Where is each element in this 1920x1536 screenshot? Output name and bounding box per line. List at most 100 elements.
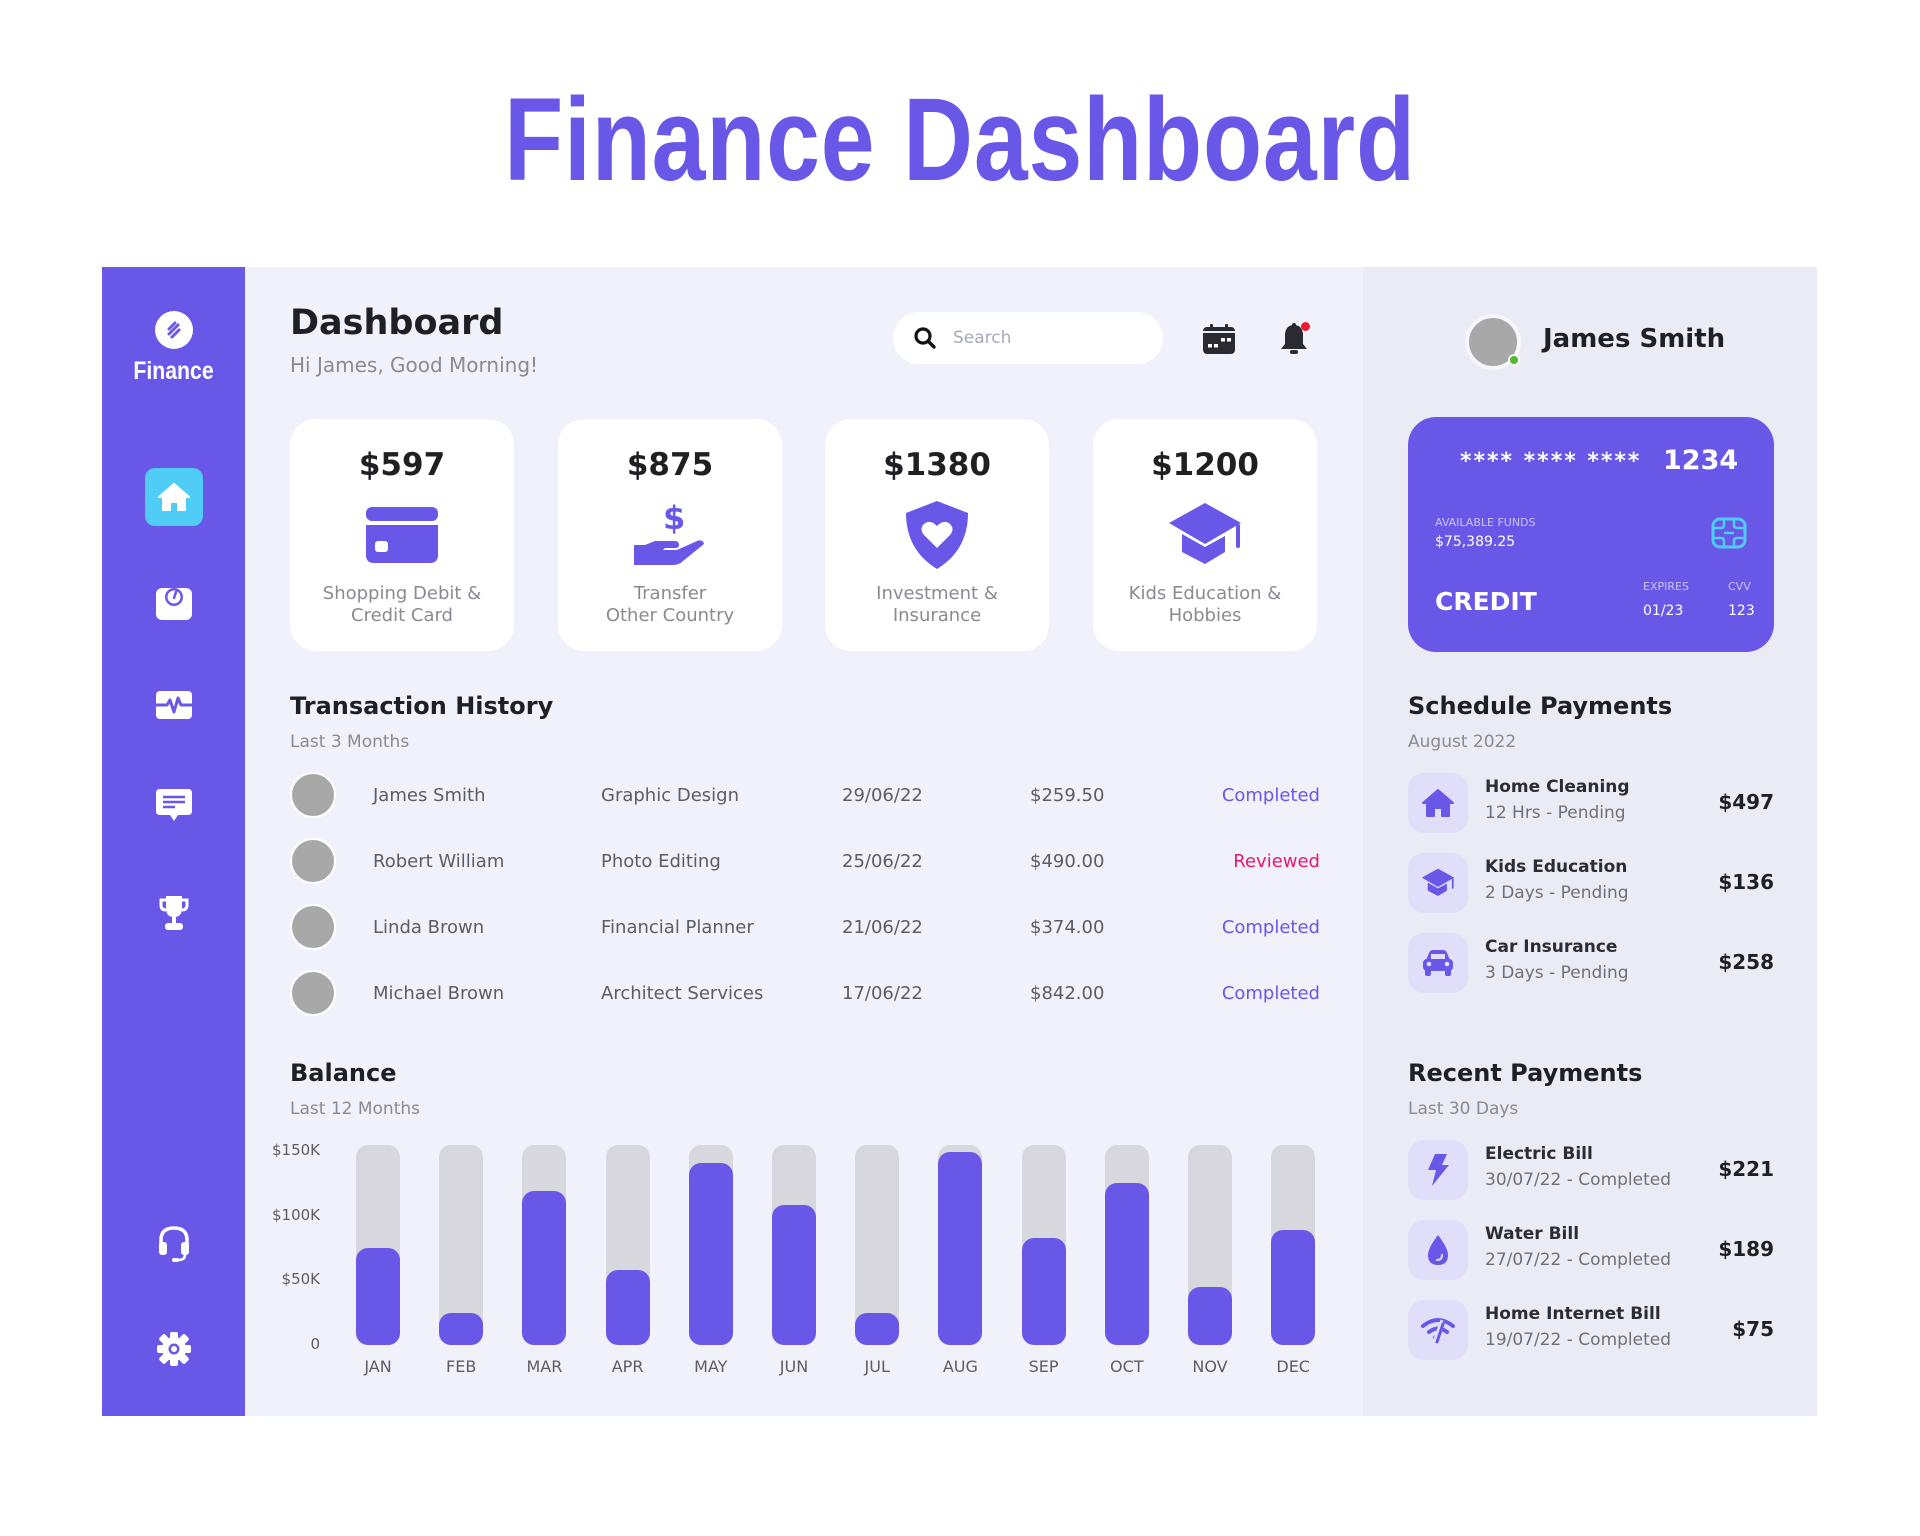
schedule-item-amount: $136 — [1718, 870, 1774, 894]
water-drop-icon — [1428, 1235, 1448, 1265]
sidebar-item-budget[interactable] — [145, 574, 203, 632]
schedule-item-title: Car Insurance — [1485, 937, 1618, 957]
sidebar-item-messages[interactable] — [145, 777, 203, 835]
bar-apr[interactable] — [605, 1269, 650, 1345]
stat-card-investment[interactable]: $1380 Investment & Insurance — [825, 419, 1049, 651]
bar-aug[interactable] — [938, 1152, 983, 1345]
schedule-subtitle: August 2022 — [1408, 732, 1517, 752]
credit-card-icon — [366, 507, 438, 563]
credit-card[interactable]: **** **** **** 1234 AVAILABLE FUNDS $75,… — [1408, 417, 1774, 652]
bar-dec[interactable] — [1271, 1229, 1316, 1345]
lightning-icon — [1428, 1154, 1449, 1186]
cvv-label: CVV — [1728, 580, 1751, 593]
wifi-off-icon — [1421, 1318, 1455, 1344]
calendar-button[interactable] — [1199, 319, 1239, 359]
transaction-name: Michael Brown — [373, 982, 505, 1004]
bar-oct[interactable] — [1104, 1183, 1149, 1345]
stat-amount: $875 — [626, 447, 714, 483]
status-badge: Completed — [1221, 916, 1320, 938]
transaction-date: 21/06/22 — [842, 916, 923, 938]
transaction-name: Linda Brown — [373, 916, 485, 938]
x-tick-label: OCT — [1110, 1357, 1144, 1376]
status-badge: Reviewed — [1233, 850, 1320, 872]
balance-subtitle: Last 12 Months — [290, 1099, 420, 1119]
graduation-cap-icon — [1421, 868, 1455, 896]
recent-item-amount: $189 — [1718, 1237, 1774, 1261]
table-row[interactable]: Linda Brown Financial Planner 21/06/22 $374… — [290, 902, 1320, 952]
stat-label: Transfer Other Country — [605, 583, 735, 626]
stat-card-transfer[interactable]: $875 $ Transfer Other Country — [558, 419, 782, 651]
x-tick-label: APR — [611, 1357, 644, 1376]
available-funds-value: $75,389.25 — [1435, 534, 1516, 550]
schedule-item-status: 12 Hrs - Pending — [1485, 803, 1626, 823]
transaction-date: 17/06/22 — [842, 982, 923, 1004]
x-tick-label: NOV — [1192, 1357, 1228, 1376]
table-row[interactable]: Michael Brown Architect Services 17/06/22 $… — [290, 968, 1320, 1018]
bar-may[interactable] — [688, 1162, 733, 1345]
home-icon — [158, 483, 190, 511]
shield-heart-icon — [906, 501, 968, 569]
schedule-item-amount: $258 — [1718, 950, 1774, 974]
bar-mar[interactable] — [522, 1191, 567, 1345]
schedule-item[interactable]: Car Insurance 3 Days - Pending $258 — [1408, 933, 1774, 993]
recent-item-status: 30/07/22 - Completed — [1485, 1170, 1672, 1190]
card-last4: 1234 — [1663, 445, 1739, 476]
stat-card-education[interactable]: $1200 Kids Education & Hobbies — [1093, 419, 1317, 651]
x-tick-label: DEC — [1276, 1357, 1310, 1376]
stat-card-shopping[interactable]: $597 Shopping Debit & Credit Card — [290, 419, 514, 651]
sidebar-item-settings[interactable] — [145, 1320, 203, 1378]
recent-item[interactable]: Water Bill 27/07/22 - Completed $189 — [1408, 1220, 1774, 1280]
brand-name: Finance — [133, 357, 214, 385]
main-content: Dashboard Hi James, Good Morning! $597 S… — [245, 267, 1363, 1416]
recent-item[interactable]: Electric Bill 30/07/22 - Completed $221 — [1408, 1140, 1774, 1200]
brand[interactable]: Finance — [102, 311, 245, 386]
transaction-date: 29/06/22 — [842, 784, 923, 806]
search-input[interactable] — [953, 328, 1133, 348]
dashboard-title: Dashboard — [290, 303, 504, 343]
notifications-button[interactable] — [1274, 319, 1314, 359]
table-row[interactable]: Robert William Photo Editing 25/06/22 $490.… — [290, 836, 1320, 886]
table-row[interactable]: James Smith Graphic Design 29/06/22 $259.50… — [290, 770, 1320, 820]
search-icon — [914, 327, 936, 349]
x-tick-label: JAN — [364, 1357, 392, 1376]
bar-nov[interactable] — [1188, 1286, 1232, 1345]
transaction-service: Graphic Design — [601, 784, 739, 806]
transaction-name: James Smith — [373, 784, 486, 806]
sidebar: Finance — [102, 267, 245, 1416]
schedule-item[interactable]: Home Cleaning 12 Hrs - Pending $497 — [1408, 773, 1774, 833]
profile-avatar[interactable] — [1465, 314, 1521, 370]
schedule-item-title: Kids Education — [1485, 857, 1628, 877]
y-tick-label: $150K — [271, 1141, 320, 1159]
avatar — [290, 838, 336, 884]
schedule-item-amount: $497 — [1718, 790, 1774, 814]
sidebar-item-home[interactable] — [145, 468, 203, 526]
recent-item-amount: $221 — [1718, 1157, 1774, 1181]
search-bar[interactable] — [893, 312, 1163, 364]
transaction-name: Robert William — [373, 850, 505, 872]
recent-item-status: 27/07/22 - Completed — [1485, 1250, 1672, 1270]
svg-text:$: $ — [663, 501, 685, 537]
sidebar-item-support[interactable] — [145, 1215, 203, 1273]
brand-logo-icon — [154, 311, 193, 349]
bar-jan[interactable] — [356, 1248, 400, 1345]
recent-item-title: Electric Bill — [1485, 1144, 1593, 1164]
bar-feb[interactable] — [439, 1312, 484, 1345]
bar-jun[interactable] — [772, 1205, 816, 1345]
recent-item[interactable]: Home Internet Bill 19/07/22 - Completed … — [1408, 1300, 1774, 1360]
status-badge: Completed — [1221, 784, 1320, 806]
stat-amount: $597 — [358, 447, 446, 483]
calendar-icon — [1203, 324, 1235, 354]
expires-label: EXPIRES — [1643, 580, 1689, 593]
schedule-item[interactable]: Kids Education 2 Days - Pending $136 — [1408, 853, 1774, 913]
profile-name[interactable]: James Smith — [1543, 324, 1725, 354]
x-tick-label: MAR — [526, 1357, 563, 1376]
status-badge: Completed — [1221, 982, 1320, 1004]
sidebar-item-achievements[interactable] — [145, 884, 203, 942]
sidebar-item-activity[interactable] — [145, 676, 203, 734]
schedule-title: Schedule Payments — [1408, 692, 1673, 720]
bar-jul[interactable] — [855, 1312, 900, 1345]
bar-sep[interactable] — [1021, 1237, 1066, 1345]
recent-item-amount: $75 — [1732, 1317, 1774, 1341]
transaction-date: 25/06/22 — [842, 850, 923, 872]
avatar — [290, 772, 336, 818]
